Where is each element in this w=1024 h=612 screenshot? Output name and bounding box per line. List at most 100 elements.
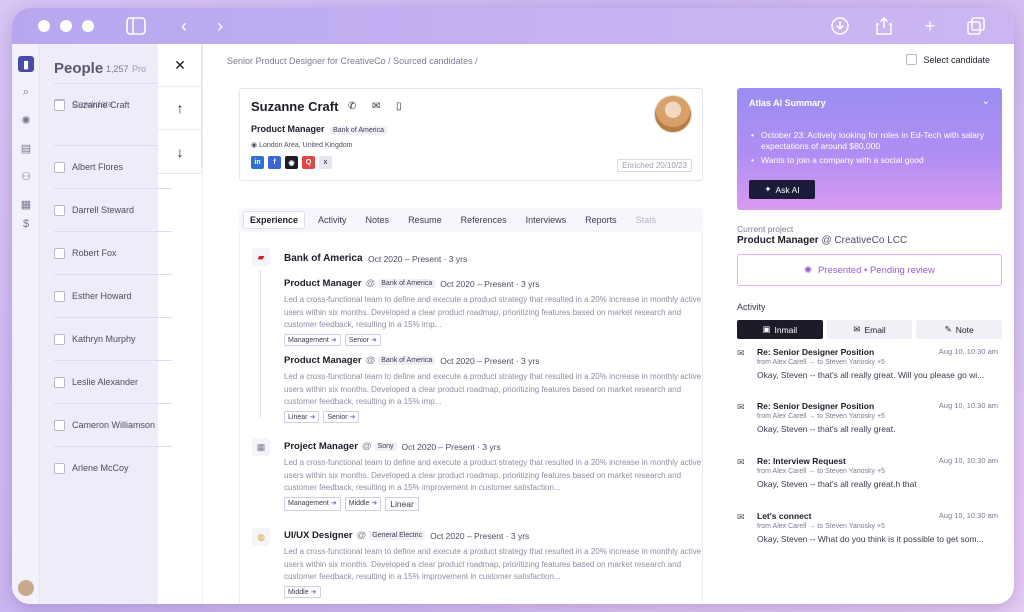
tab-notes[interactable]: Notes <box>360 212 396 228</box>
next-candidate-icon[interactable]: ↓ <box>158 130 202 173</box>
activity-message[interactable]: ✉ Let's connect Aug 10, 10:30 am from Alex … <box>737 511 1002 559</box>
clipboard-icon[interactable]: ▤ <box>18 140 34 156</box>
xing-icon[interactable]: x <box>319 156 332 169</box>
candidate-checkbox[interactable] <box>54 204 65 216</box>
device-icon[interactable]: ▯ <box>396 101 402 112</box>
current-project: Product Manager @ CreativeCo LCC <box>737 235 907 246</box>
skill-tag[interactable]: Linear <box>385 496 419 511</box>
candidate-row[interactable]: Darrell Steward <box>54 188 172 231</box>
share-icon[interactable] <box>874 16 894 36</box>
sparkle-icon: ➜ <box>371 499 378 507</box>
company-dates: Oct 2020 – Present · 3 yrs <box>368 254 468 264</box>
status-icon: ✺ <box>804 264 813 276</box>
tab-experience[interactable]: Experience <box>243 211 306 229</box>
tab-interviews[interactable]: Interviews <box>520 212 573 228</box>
dollar-icon[interactable]: $ <box>18 216 34 232</box>
candidate-avatar <box>654 95 692 133</box>
candidate-checkbox[interactable] <box>54 419 65 431</box>
skill-tag[interactable]: Linear ➜ <box>284 410 320 423</box>
sidebar-toggle-icon[interactable] <box>126 16 146 36</box>
select-candidate-checkbox[interactable] <box>906 54 918 65</box>
candidate-row[interactable]: Albert Flores <box>54 145 172 188</box>
note-tab[interactable]: ✎ Note <box>916 320 1003 339</box>
job-dates: Oct 2020 – Present · 3 yrs <box>440 355 540 366</box>
building-icon[interactable]: ▦ <box>18 196 34 212</box>
email-tab[interactable]: ✉ Email <box>826 320 913 339</box>
skill-tag[interactable]: Management ➜ <box>284 496 341 511</box>
close-icon[interactable]: ✕ <box>158 44 202 87</box>
candidate-role: Product Manager Bank of America <box>251 124 387 135</box>
activity-message[interactable]: ✉ Re: Interview Request Aug 10, 10:30 am fr… <box>737 456 1002 504</box>
tab-resume[interactable]: Resume <box>402 212 448 228</box>
job-company-chip: Bank of America <box>378 356 436 365</box>
candidate-row[interactable]: Arlene McCoy <box>54 446 172 489</box>
mail-icon[interactable]: ✉ <box>372 101 380 112</box>
select-candidate[interactable]: Select candidate <box>906 54 990 65</box>
tabs-overview-icon[interactable] <box>966 16 986 36</box>
forward-icon[interactable]: › <box>210 16 230 36</box>
job-dates: Oct 2020 – Present · 3 yrs <box>440 278 540 289</box>
timeline-line <box>260 270 261 418</box>
candidate-row[interactable]: Leslie Alexander <box>54 360 172 403</box>
phone-icon[interactable]: ✆ <box>348 101 356 112</box>
candidate-checkbox[interactable] <box>54 333 65 345</box>
activity-message[interactable]: ✉ Re: Senior Designer Position Aug 10, 10:… <box>737 347 1002 395</box>
project-status[interactable]: ✺ Presented • Pending review <box>737 254 1002 286</box>
message-from: from Alex Carell <box>757 523 807 530</box>
tab-stats: Stats <box>635 215 657 225</box>
skill-tag[interactable]: Senior ➜ <box>344 333 381 346</box>
location: ◉ London Area, United Kingdom <box>251 142 353 149</box>
tab-references[interactable]: References <box>455 212 513 228</box>
at-symbol: @ <box>365 355 376 366</box>
github-icon[interactable]: ◉ <box>285 156 298 169</box>
window-close-dot[interactable] <box>38 20 50 32</box>
tab-activity[interactable]: Activity <box>312 212 353 228</box>
candidate-checkbox[interactable] <box>54 290 65 302</box>
window-minimize-dot[interactable] <box>60 20 72 32</box>
message-participants: from Alex Carell → to Steven Yanosky +5 <box>757 523 885 530</box>
ai-summary-item: October 23: Actively looking for roles i… <box>751 130 991 152</box>
settings-icon[interactable]: ✺ <box>18 112 34 128</box>
dashboard-icon[interactable]: ▮ <box>18 56 34 72</box>
chevron-down-icon[interactable]: ⌄ <box>982 96 990 107</box>
skill-tag[interactable]: Middle ➜ <box>344 496 382 511</box>
candidate-name: Leslie Alexander <box>72 377 139 387</box>
candidate-row[interactable]: Suzanne Craft <box>54 83 172 126</box>
download-icon[interactable] <box>830 16 850 36</box>
candidate-name: Kathryn Murphy <box>72 334 136 344</box>
skill-tag[interactable]: Middle ➜ <box>284 585 321 598</box>
candidate-checkbox[interactable] <box>54 161 65 173</box>
back-icon[interactable]: ‹ <box>174 16 194 36</box>
candidate-checkbox[interactable] <box>54 99 65 111</box>
user-avatar-icon[interactable] <box>18 580 34 596</box>
activity-message[interactable]: ✉ Re: Senior Designer Position Aug 10, 10:… <box>737 401 1002 449</box>
ask-ai-button[interactable]: ✦ Ask AI <box>749 180 815 199</box>
previous-candidate-icon[interactable]: ↑ <box>158 87 202 130</box>
candidate-row[interactable]: Kathryn Murphy <box>54 317 172 360</box>
candidate-row[interactable]: Esther Howard <box>54 274 172 317</box>
mail-icon: ✉ <box>853 324 861 334</box>
skill-tag[interactable]: Senior ➜ <box>323 410 360 423</box>
linkedin-icon[interactable]: in <box>251 156 264 169</box>
tab-reports[interactable]: Reports <box>579 212 623 228</box>
window-zoom-dot[interactable] <box>82 20 94 32</box>
candidate-checkbox[interactable] <box>54 247 65 259</box>
candidate-row[interactable]: Robert Fox <box>54 231 172 274</box>
search-icon[interactable]: ⌕ <box>18 84 34 100</box>
inmail-tab[interactable]: ▣ Inmail <box>737 320 823 339</box>
people-icon[interactable]: ⚇ <box>18 168 34 184</box>
new-tab-icon[interactable]: + <box>920 16 940 36</box>
candidate-checkbox[interactable] <box>54 376 65 388</box>
facebook-icon[interactable]: f <box>268 156 281 169</box>
job-description: Led a cross-functional team to define an… <box>284 295 702 329</box>
breadcrumb[interactable]: Senior Product Designer for CreativeCo /… <box>227 56 478 66</box>
candidate-row[interactable]: Cameron Williamson <box>54 403 172 446</box>
candidate-name: Arlene McCoy <box>72 463 129 473</box>
candidate-name: Robert Fox <box>72 248 117 258</box>
skill-tag[interactable]: Management ➜ <box>284 333 341 346</box>
role-title: Product Manager <box>251 124 325 134</box>
at-symbol: @ <box>361 441 372 452</box>
candidate-checkbox[interactable] <box>54 462 65 474</box>
message-preview: Okay, Steven -- that's all really great. <box>757 424 896 434</box>
quora-icon[interactable]: Q <box>302 156 315 169</box>
